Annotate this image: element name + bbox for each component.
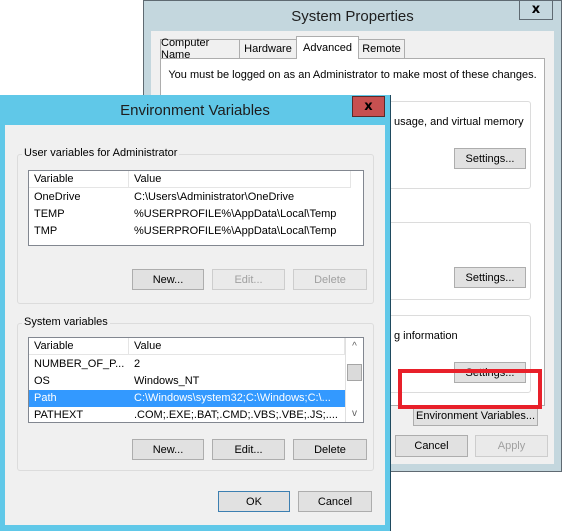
variable-name: OneDrive — [34, 191, 81, 203]
system-delete-button[interactable]: Delete — [293, 439, 367, 460]
startup-description: g information — [394, 330, 458, 342]
environment-variables-window: Environment Variables x User variables f… — [0, 95, 391, 531]
column-header-variable[interactable]: Variable — [29, 338, 129, 355]
column-header-value[interactable]: Value — [129, 171, 351, 188]
vertical-scrollbar[interactable]: ^ v — [345, 338, 363, 422]
system-variables-label: System variables — [22, 316, 110, 328]
column-header-variable[interactable]: Variable — [29, 171, 129, 188]
variable-name: TEMP — [34, 208, 65, 220]
variable-name: PATHEXT — [34, 409, 84, 421]
user-variables-list[interactable]: Variable Value OneDrive C:\Users\Adminis… — [28, 170, 364, 246]
user-delete-button[interactable]: Delete — [293, 269, 367, 290]
tab-computer-name[interactable]: Computer Name — [160, 37, 240, 61]
list-item[interactable]: PATHEXT .COM;.EXE;.BAT;.CMD;.VBS;.VBE;.J… — [29, 407, 345, 422]
highlight-annotation — [398, 369, 542, 409]
user-profiles-settings-button[interactable]: Settings... — [454, 267, 526, 288]
variable-value: 2 — [134, 358, 141, 370]
window-title: Environment Variables — [120, 101, 270, 119]
list-item[interactable]: OS Windows_NT — [29, 373, 345, 390]
tab-advanced[interactable]: Advanced — [296, 36, 359, 59]
dialog-client: User variables for Administrator Variabl… — [5, 125, 385, 525]
variable-value: C:\Users\Administrator\OneDrive — [134, 191, 295, 203]
scroll-up-icon[interactable]: ^ — [346, 338, 363, 355]
list-item[interactable]: TMP %USERPROFILE%\AppData\Local\Temp — [29, 223, 359, 240]
list-item[interactable]: TEMP %USERPROFILE%\AppData\Local\Temp — [29, 206, 359, 223]
performance-settings-button[interactable]: Settings... — [454, 148, 526, 169]
system-edit-button[interactable]: Edit... — [212, 439, 285, 460]
close-button[interactable]: x — [519, 0, 553, 20]
list-header: Variable Value — [29, 338, 345, 355]
user-variables-label: User variables for Administrator — [22, 147, 180, 159]
column-header-value[interactable]: Value — [129, 338, 345, 355]
system-variables-group: System variables Variable Value NUMBER_O… — [17, 316, 374, 471]
admin-note: You must be logged on as an Administrato… — [168, 69, 537, 81]
scrollbar-thumb[interactable] — [347, 364, 362, 381]
cancel-button[interactable]: Cancel — [298, 491, 372, 512]
user-new-button[interactable]: New... — [132, 269, 204, 290]
close-icon: x — [531, 2, 541, 17]
variable-name: OS — [34, 375, 50, 387]
tab-remote[interactable]: Remote — [358, 39, 405, 58]
system-new-button[interactable]: New... — [132, 439, 204, 460]
variable-name: TMP — [34, 225, 58, 237]
variable-value: %USERPROFILE%\AppData\Local\Temp — [134, 225, 337, 237]
performance-description: usage, and virtual memory — [394, 116, 524, 128]
variable-value: Windows_NT — [134, 375, 200, 387]
list-item[interactable]: OneDrive C:\Users\Administrator\OneDrive — [29, 189, 359, 206]
user-variables-group: User variables for Administrator Variabl… — [17, 147, 374, 304]
list-item-selected[interactable]: Path C:\Windows\system32;C:\Windows;C:\.… — [29, 390, 345, 407]
system-variables-list[interactable]: Variable Value NUMBER_OF_P... 2 OS Windo… — [28, 337, 364, 423]
tab-hardware[interactable]: Hardware — [239, 39, 297, 58]
apply-button[interactable]: Apply — [475, 435, 548, 457]
close-icon: x — [364, 99, 373, 114]
close-button[interactable]: x — [352, 96, 385, 117]
variable-value: C:\Windows\system32;C:\Windows;C:\... — [134, 392, 331, 404]
user-edit-button[interactable]: Edit... — [212, 269, 285, 290]
list-header: Variable Value — [29, 171, 351, 188]
variable-name: NUMBER_OF_P... — [34, 358, 125, 370]
variable-value: .COM;.EXE;.BAT;.CMD;.VBS;.VBE;.JS;.... — [134, 409, 338, 421]
scroll-down-icon[interactable]: v — [346, 405, 363, 422]
variable-value: %USERPROFILE%\AppData\Local\Temp — [134, 208, 337, 220]
variable-name: Path — [34, 392, 57, 404]
ok-button[interactable]: OK — [218, 491, 290, 512]
window-title: System Properties — [291, 7, 414, 25]
cancel-button[interactable]: Cancel — [395, 435, 468, 457]
list-item[interactable]: NUMBER_OF_P... 2 — [29, 356, 345, 373]
